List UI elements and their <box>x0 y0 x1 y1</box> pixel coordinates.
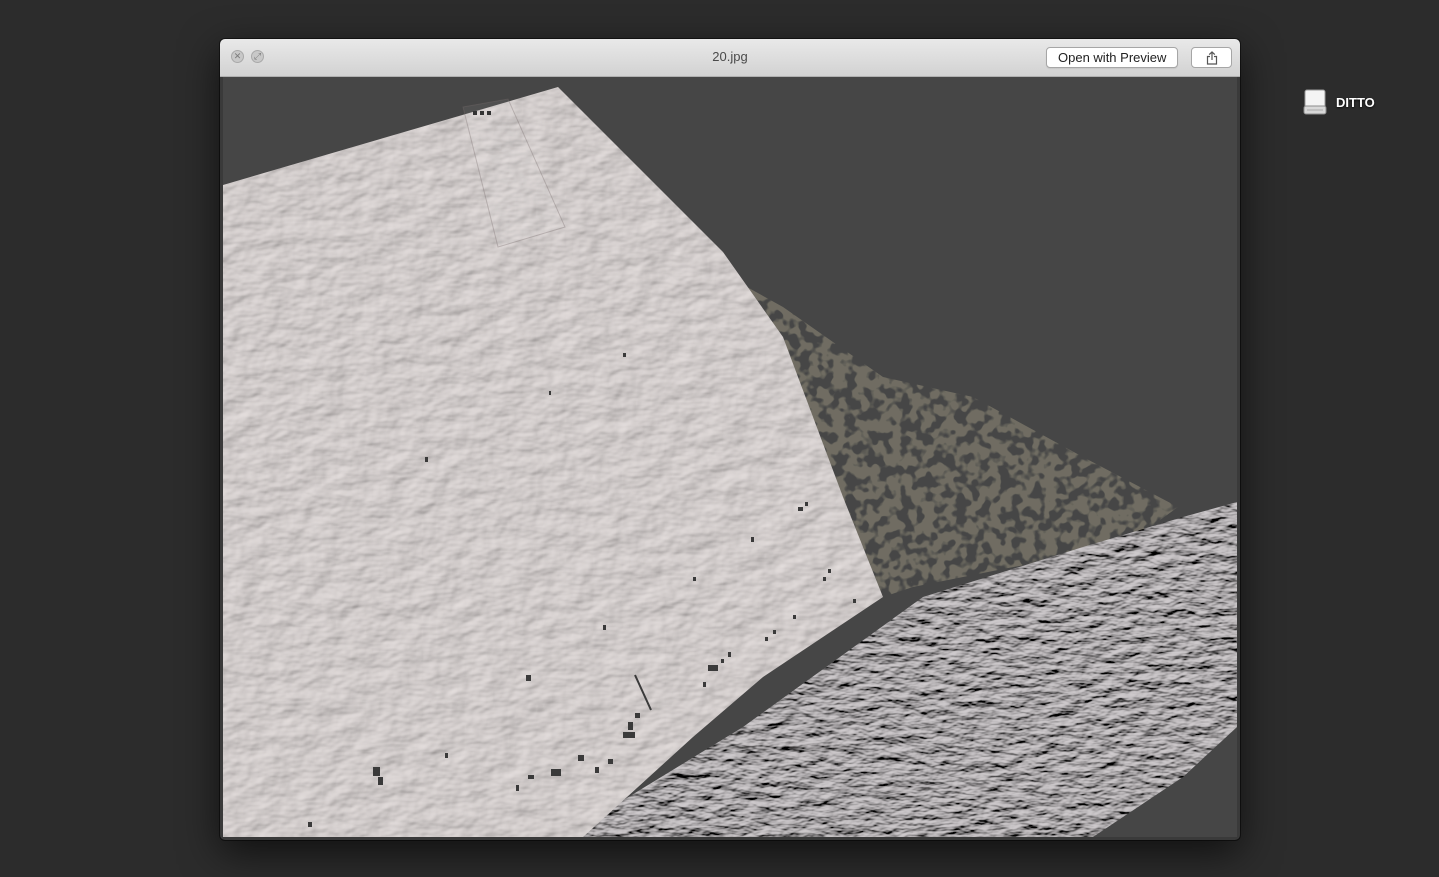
desktop-drive[interactable]: DITTO <box>1302 88 1375 116</box>
external-drive-icon <box>1303 89 1327 115</box>
share-icon <box>1206 50 1217 65</box>
share-button[interactable] <box>1191 47 1232 68</box>
quick-look-window: ✕ ⤢ 20.jpg Open with Preview <box>220 39 1240 840</box>
desktop: ✕ ⤢ 20.jpg Open with Preview DITTO <box>0 0 1439 877</box>
preview-image-3d-scan <box>223 87 1237 837</box>
open-with-preview-button[interactable]: Open with Preview <box>1046 47 1179 68</box>
title-bar[interactable]: ✕ ⤢ 20.jpg Open with Preview <box>220 39 1240 77</box>
drive-label: DITTO <box>1336 94 1375 110</box>
image-preview <box>223 77 1237 837</box>
